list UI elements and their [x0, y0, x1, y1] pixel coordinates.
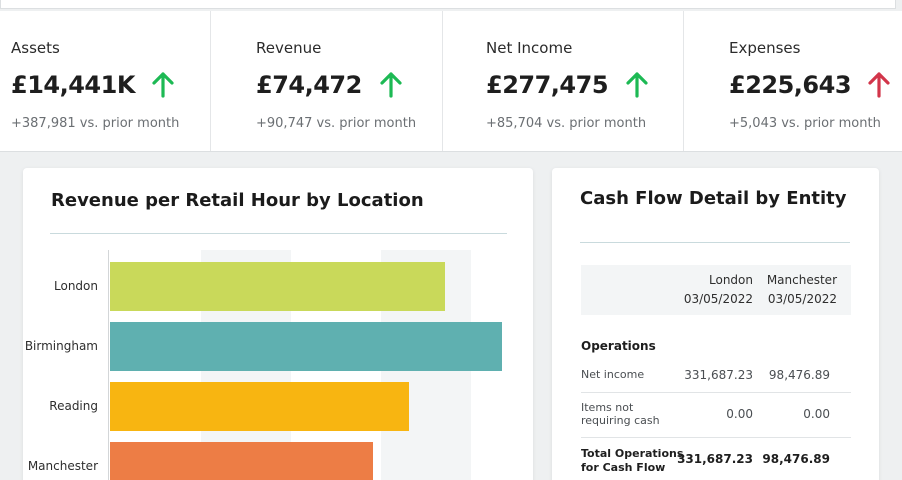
kpi-delta: +90,747 vs. prior month: [256, 116, 417, 131]
category-label: Birmingham: [24, 339, 98, 353]
kpi-label: Assets: [11, 39, 60, 57]
kpi-card-expenses[interactable]: Expenses £225,643 +5,043 vs. prior month: [684, 11, 902, 151]
row-label: Total Operations: [581, 447, 684, 460]
cell-value: 0.00: [803, 407, 830, 421]
bar-birmingham[interactable]: [110, 322, 502, 371]
kpi-value: £277,475: [486, 71, 609, 99]
kpi-label: Expenses: [729, 39, 801, 57]
chart-y-axis: [108, 250, 109, 480]
cell-value: 331,687.23: [684, 368, 753, 382]
row-label: Items not: [581, 401, 634, 414]
row-label: Net income: [581, 368, 645, 381]
kpi-row: Assets £14,441K +387,981 vs. prior month…: [0, 11, 902, 152]
arrow-up-icon: [380, 72, 402, 98]
kpi-value: £74,472: [256, 71, 362, 99]
top-strip: [0, 0, 902, 10]
row-label: requiring cash: [581, 414, 660, 427]
category-label: Reading: [49, 399, 98, 413]
column-header-entity: London: [709, 273, 753, 287]
panel-divider: [580, 242, 850, 243]
kpi-delta: +85,704 vs. prior month: [486, 116, 647, 131]
panel-title: Revenue per Retail Hour by Location: [51, 190, 424, 211]
category-label: London: [54, 279, 98, 293]
kpi-delta: +5,043 vs. prior month: [729, 116, 881, 131]
column-header-date: 03/05/2022: [767, 292, 837, 306]
column-header-date: 03/05/2022: [683, 292, 753, 306]
bar-reading[interactable]: [110, 382, 409, 431]
row-label: for Cash Flow: [581, 461, 666, 474]
cell-value: 331,687.23: [677, 452, 753, 466]
kpi-delta: +387,981 vs. prior month: [11, 116, 180, 131]
kpi-value: £225,643: [729, 71, 852, 99]
cell-value: 98,476.89: [762, 452, 830, 466]
arrow-up-icon: [626, 72, 648, 98]
row-divider: [581, 437, 851, 438]
cell-value: 0.00: [726, 407, 753, 421]
row-divider: [581, 392, 851, 393]
kpi-card-assets[interactable]: Assets £14,441K +387,981 vs. prior month: [0, 11, 211, 151]
kpi-label: Net Income: [486, 39, 573, 57]
top-panel-edge: [0, 0, 896, 9]
panel-title: Cash Flow Detail by Entity: [580, 188, 847, 209]
section-heading: Operations: [581, 339, 656, 353]
cash-flow-panel: Cash Flow Detail by Entity: [552, 168, 879, 480]
arrow-up-icon: [152, 72, 174, 98]
cell-value: 98,476.89: [768, 368, 830, 382]
kpi-value: £14,441K: [11, 71, 135, 99]
bar-manchester[interactable]: [110, 442, 373, 480]
panel-divider: [50, 233, 507, 234]
column-header-entity: Manchester: [766, 273, 837, 287]
kpi-card-net-income[interactable]: Net Income £277,475 +85,704 vs. prior mo…: [443, 11, 684, 151]
arrow-up-icon: [868, 72, 890, 98]
kpi-card-revenue[interactable]: Revenue £74,472 +90,747 vs. prior month: [211, 11, 443, 151]
kpi-label: Revenue: [256, 39, 322, 57]
bar-london[interactable]: [110, 262, 445, 311]
category-label: Manchester: [27, 459, 98, 473]
